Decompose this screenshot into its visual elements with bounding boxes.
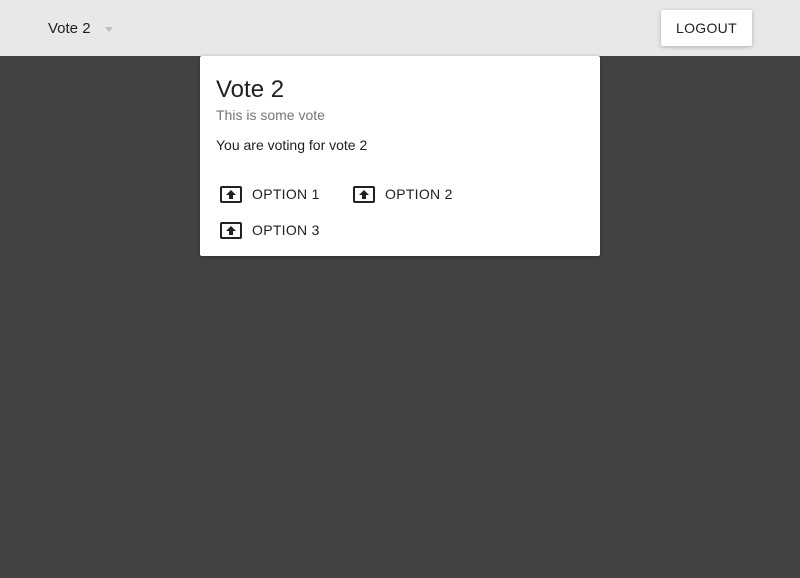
option-label: OPTION 3 xyxy=(252,222,320,238)
upvote-icon xyxy=(220,221,242,239)
card-subtitle: This is some vote xyxy=(216,107,325,123)
option-1-button[interactable]: OPTION 1 xyxy=(220,178,320,210)
upvote-icon xyxy=(220,185,242,203)
card-title: Vote 2 xyxy=(216,76,285,103)
vote-select-dropdown[interactable]: Vote 2 xyxy=(48,17,113,39)
chevron-down-icon xyxy=(104,26,113,32)
card-text: You are voting for vote 2 xyxy=(216,137,368,153)
option-label: OPTION 2 xyxy=(385,186,453,202)
logout-button[interactable]: LOGOUT xyxy=(661,10,752,46)
option-3-button[interactable]: OPTION 3 xyxy=(220,214,320,246)
vote-card: Vote 2 This is some vote You are voting … xyxy=(200,56,600,256)
option-2-button[interactable]: OPTION 2 xyxy=(353,178,453,210)
upvote-icon xyxy=(353,185,375,203)
vote-select-value: Vote 2 xyxy=(48,19,91,37)
app-bar: Vote 2 LOGOUT xyxy=(0,0,800,56)
option-label: OPTION 1 xyxy=(252,186,320,202)
